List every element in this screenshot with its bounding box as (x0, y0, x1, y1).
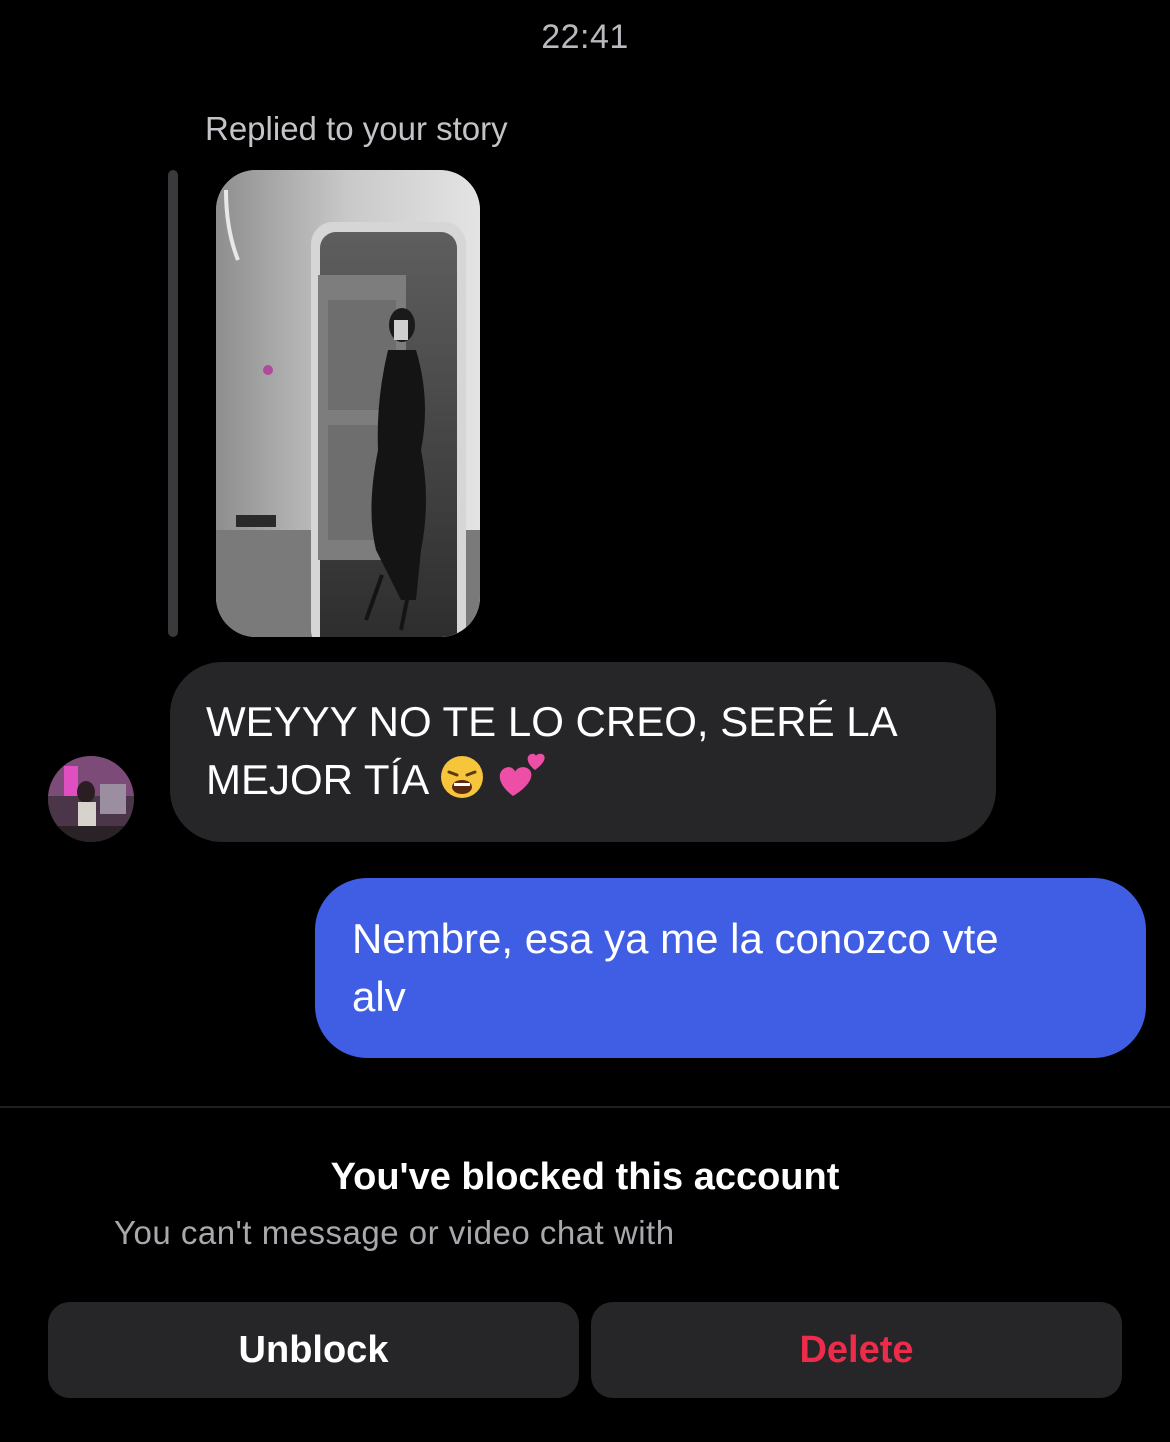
incoming-message-bubble[interactable]: WEYYY NO TE LO CREO, SERÉ LA MEJOR TÍA (170, 662, 996, 842)
incoming-message-line-2-text: MEJOR TÍA (206, 756, 430, 803)
outgoing-message-line-1: Nembre, esa ya me la conozco vte (352, 915, 999, 962)
delete-button[interactable]: Delete (591, 1302, 1122, 1398)
sender-avatar[interactable] (48, 756, 134, 842)
incoming-message-line-1: WEYYY NO TE LO CREO, SERÉ LA (206, 698, 898, 745)
incoming-message-line-2: MEJOR TÍA (206, 750, 960, 808)
weary-face-emoji (439, 754, 485, 800)
outgoing-message-line-2: alv (352, 973, 406, 1020)
story-reply-caption: Replied to your story (205, 110, 508, 147)
story-photo (216, 170, 480, 637)
reply-indicator-bar (168, 170, 178, 637)
blocked-title: You've blocked this account (330, 1156, 840, 1198)
two-hearts-emoji (495, 750, 549, 800)
blocked-subtitle: You can't message or video chat with (114, 1214, 675, 1251)
message-timestamp: 22:41 (541, 18, 629, 56)
avatar-photo (48, 756, 134, 842)
story-thumbnail[interactable] (216, 170, 480, 637)
divider (0, 1106, 1170, 1108)
unblock-button[interactable]: Unblock (48, 1302, 579, 1398)
outgoing-message-bubble[interactable]: Nembre, esa ya me la conozco vte alv (315, 878, 1146, 1058)
